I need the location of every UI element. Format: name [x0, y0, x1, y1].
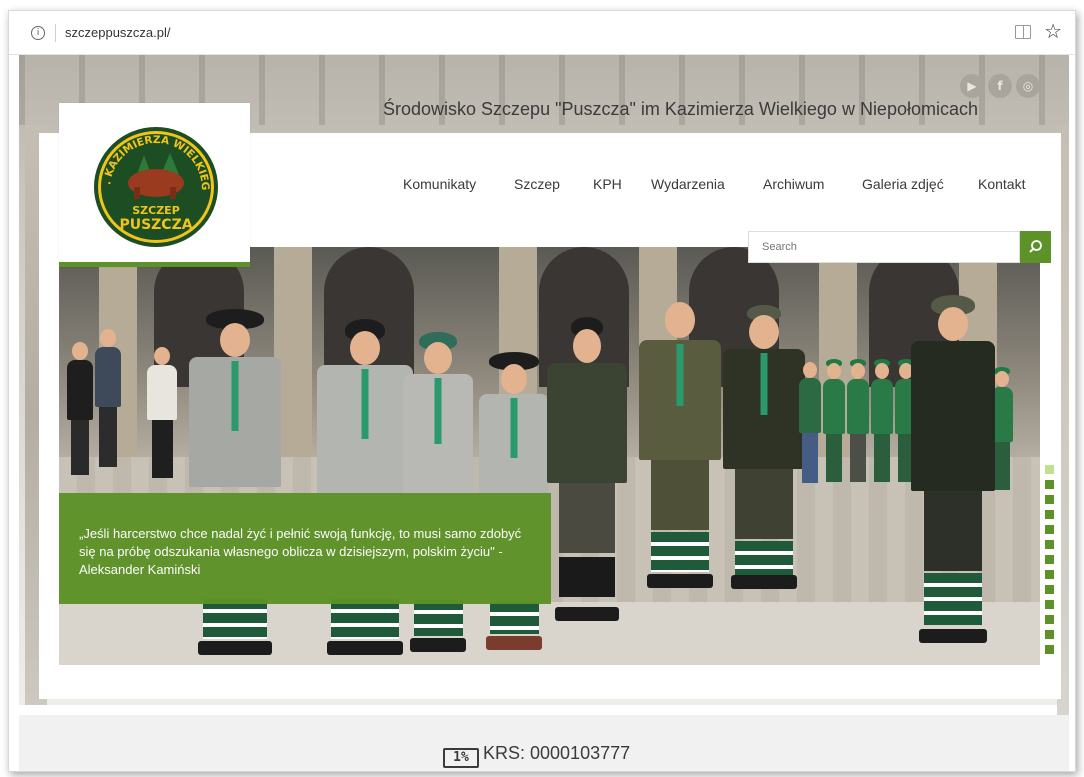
scout-figure [799, 362, 821, 492]
slider-dot[interactable] [1045, 480, 1054, 489]
search-icon [1029, 240, 1042, 253]
web-page: ▶ f ◎ Środowisko Szczepu "Puszcza" im Ka… [9, 55, 1075, 771]
reader-view-icon[interactable] [1015, 25, 1031, 39]
spectator-figure [147, 347, 177, 482]
site-logo[interactable]: IM. KAZIMIERZA WIELKIEGO SZCZEP PUSZCZA [92, 125, 220, 249]
slider-dot[interactable] [1045, 585, 1054, 594]
url-text[interactable]: szczeppuszcza.pl/ [65, 25, 171, 40]
slider-dot[interactable] [1045, 600, 1054, 609]
nav-item-archiwum[interactable]: Archiwum [763, 176, 824, 192]
scout-figure [547, 317, 627, 647]
nav-item-kph[interactable]: KPH [593, 176, 622, 192]
search-input[interactable] [749, 232, 1019, 262]
site-tagline: Środowisko Szczepu "Puszcza" im Kazimier… [383, 99, 978, 119]
logo-accent-bar [59, 262, 250, 267]
address-bar[interactable]: i szczeppuszcza.pl/ ☆ [9, 11, 1075, 55]
slider-dot[interactable] [1045, 525, 1054, 534]
browser-window: i szczeppuszcza.pl/ ☆ ▶ f ◎ Środowisko S… [8, 10, 1076, 772]
slider-dot[interactable] [1045, 465, 1054, 474]
slider-dot[interactable] [1045, 495, 1054, 504]
krs-info: 1% KRS: 0000103777 [443, 743, 630, 768]
slider-dot[interactable] [1045, 615, 1054, 624]
scout-figure [823, 359, 845, 489]
slider-pagination [1045, 465, 1055, 660]
scout-figure [871, 359, 893, 489]
slider-dot[interactable] [1045, 510, 1054, 519]
spectator-figure [67, 342, 93, 482]
slider-dot[interactable] [1045, 555, 1054, 564]
quote-box: „Jeśli harcerstwo chce nadal żyć i pełni… [59, 493, 551, 604]
facebook-icon[interactable]: f [988, 74, 1012, 98]
scout-figure [189, 309, 281, 664]
one-percent-icon: 1% [443, 748, 479, 768]
slider-dot[interactable] [1045, 645, 1054, 654]
scout-figure [317, 319, 413, 664]
youtube-icon[interactable]: ▶ [960, 74, 984, 98]
slider-dot[interactable] [1045, 540, 1054, 549]
nav-item-kontakt[interactable]: Kontakt [978, 176, 1025, 192]
krs-number: KRS: 0000103777 [483, 743, 631, 763]
logo-line2: PUSZCZA [119, 217, 192, 233]
spectator-figure [95, 329, 121, 479]
url-divider [55, 24, 56, 42]
nav-item-szczep[interactable]: Szczep [514, 176, 560, 192]
slider-dot[interactable] [1045, 630, 1054, 639]
logo-line1: SZCZEP [132, 204, 180, 217]
scout-figure [639, 302, 721, 632]
site-info-icon[interactable]: i [31, 26, 45, 40]
bookmark-star-icon[interactable]: ☆ [1044, 20, 1062, 42]
search-box [748, 231, 1020, 263]
search-button[interactable] [1020, 231, 1051, 263]
hero-quote: „Jeśli harcerstwo chce nadal żyć i pełni… [79, 526, 522, 577]
instagram-icon[interactable]: ◎ [1016, 74, 1040, 98]
scout-figure [723, 305, 805, 630]
scout-figure [847, 359, 869, 489]
nav-item-wydarzenia[interactable]: Wydarzenia [651, 176, 725, 192]
nav-item-komunikaty[interactable]: Komunikaty [403, 176, 476, 192]
slider-dot[interactable] [1045, 570, 1054, 579]
krs-icon-text: 1% [453, 750, 469, 765]
nav-item-galeria[interactable]: Galeria zdjęć [862, 176, 944, 192]
scout-leader-figure [911, 295, 995, 665]
